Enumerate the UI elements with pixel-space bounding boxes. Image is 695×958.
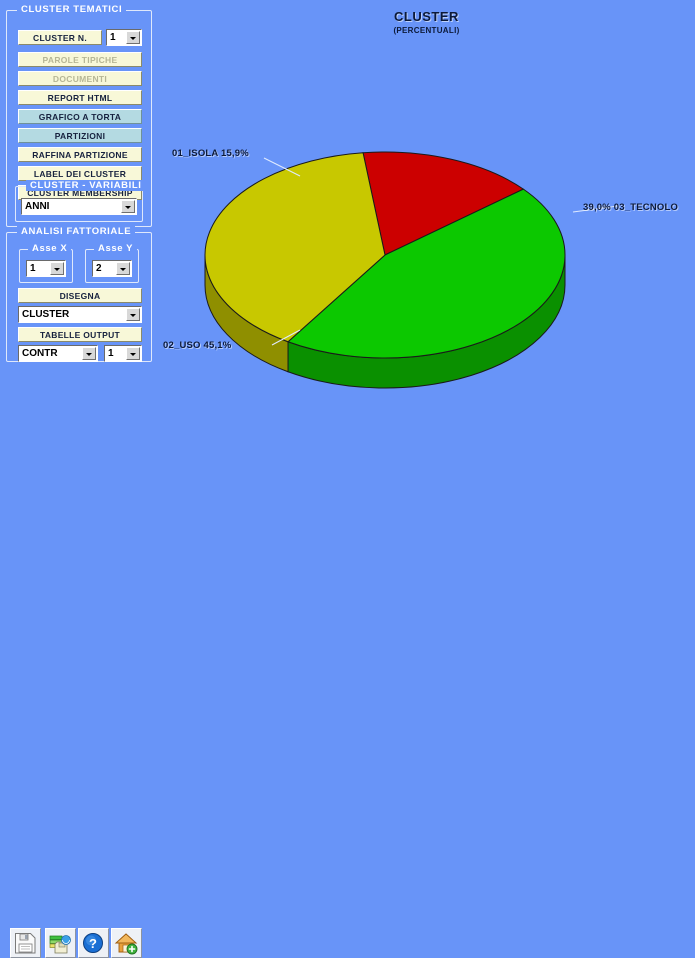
home-button[interactable] (111, 928, 142, 958)
pie-chart-svg (204, 151, 619, 389)
slice-label-tecnolo: 39,0% 03_TECNOLO (583, 202, 679, 213)
pie-chart-area: CLUSTER (PERCENTUALI) 01_ISOLA 15,9% 39,… (158, 0, 695, 502)
help-icon: ? (83, 933, 103, 953)
svg-text:?: ? (89, 936, 97, 951)
pie-geometry (204, 151, 566, 389)
save-icon (15, 933, 36, 954)
bottom-toolbar: ? (0, 462, 695, 958)
export-icon (49, 935, 71, 954)
home-icon (114, 933, 138, 955)
export-button[interactable] (45, 928, 76, 958)
slice-label-isola: 01_ISOLA 15,9% (172, 148, 249, 159)
help-button[interactable]: ? (78, 928, 109, 958)
save-button[interactable] (10, 928, 41, 958)
slice-label-uso: 02_USO 45,1% (163, 340, 232, 351)
